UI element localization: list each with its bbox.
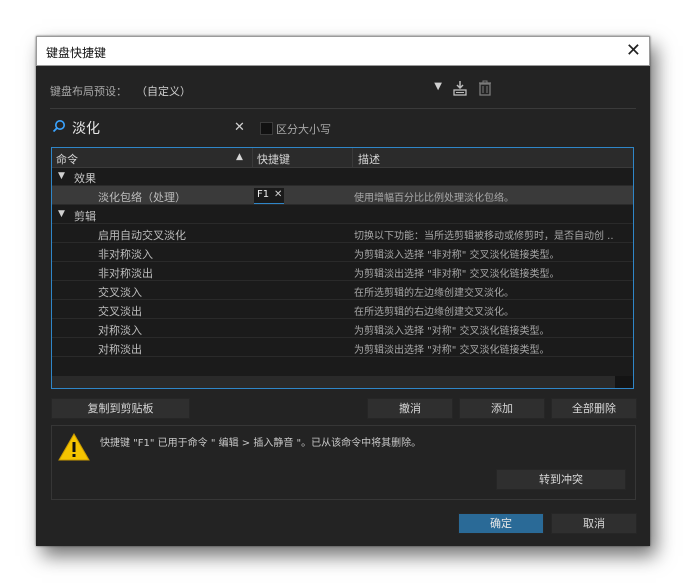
- column-divider[interactable]: [252, 148, 253, 167]
- table-row[interactable]: 交叉淡出 在所选剪辑的右边缘创建交叉淡化。: [52, 300, 633, 319]
- description-cell: 为剪辑淡出选择 "对称" 交叉淡化链接类型。: [354, 345, 550, 356]
- column-header-command[interactable]: 命令: [56, 151, 78, 167]
- commands-table: 命令 ▲ 快捷键 描述 ▼ 效果 淡化包络（处理） F1 ✕ 使用增幅百分比比例…: [51, 147, 634, 389]
- table-row[interactable]: 淡化包络（处理） F1 ✕ 使用增幅百分比比例处理淡化包络。: [52, 186, 633, 205]
- preset-value: （自定义）: [136, 85, 191, 98]
- description-cell: 在所选剪辑的右边缘创建交叉淡化。: [354, 307, 514, 318]
- table-row[interactable]: 对称淡出 为剪辑淡出选择 "对称" 交叉淡化链接类型。: [52, 338, 633, 357]
- table-row[interactable]: 交叉淡入 在所选剪辑的左边缘创建交叉淡化。: [52, 281, 633, 300]
- collapse-arrow-icon[interactable]: ▼: [58, 209, 65, 219]
- trash-icon[interactable]: [478, 80, 492, 100]
- delete-all-button[interactable]: 全部删除: [551, 398, 637, 419]
- column-header-description[interactable]: 描述: [358, 151, 380, 167]
- column-header-shortcut[interactable]: 快捷键: [257, 151, 290, 167]
- preset-label: 键盘布局预设：: [50, 85, 127, 98]
- case-sensitive-label: 区分大小写: [276, 123, 331, 136]
- case-sensitive-checkbox[interactable]: [260, 122, 273, 135]
- cancel-button[interactable]: 取消: [551, 513, 637, 534]
- command-cell: 非对称淡入: [98, 248, 153, 261]
- goto-conflict-button[interactable]: 转到冲突: [496, 469, 626, 490]
- description-cell: 为剪辑淡入选择 "对称" 交叉淡化链接类型。: [354, 326, 550, 337]
- ok-button[interactable]: 确定: [458, 513, 544, 534]
- divider: [50, 108, 636, 109]
- clear-search-icon[interactable]: ✕: [234, 120, 245, 135]
- command-cell: 交叉淡入: [98, 286, 142, 299]
- search-icon: [52, 119, 66, 137]
- description-cell: 使用增幅百分比比例处理淡化包络。: [354, 193, 514, 204]
- sort-ascending-icon: ▲: [236, 152, 243, 162]
- conflict-warning-panel: 快捷键 "F1" 已用于命令 " 编辑 > 插入静音 "。已从该命令中将其删除。…: [51, 425, 636, 500]
- shortcut-chip[interactable]: F1 ✕: [254, 188, 284, 204]
- description-cell: 切换以下功能：当所选剪辑被移动或修剪时，是否自动创 ..: [354, 231, 614, 242]
- shortcut-key: F1: [257, 189, 270, 200]
- table-row[interactable]: 启用自动交叉淡化 切换以下功能：当所选剪辑被移动或修剪时，是否自动创 ..: [52, 224, 633, 243]
- undo-button[interactable]: 撤消: [367, 398, 453, 419]
- title-bar: 键盘快捷键 ✕: [36, 36, 650, 66]
- command-cell: 对称淡出: [98, 343, 142, 356]
- description-cell: 为剪辑淡入选择 "非对称" 交叉淡化链接类型。: [354, 250, 560, 261]
- window-title: 键盘快捷键: [46, 46, 107, 60]
- group-label: 效果: [74, 172, 96, 185]
- keyboard-shortcuts-dialog: 键盘快捷键 ✕ 键盘布局预设： （自定义） ▼ ✕: [36, 36, 650, 546]
- group-label: 剪辑: [74, 210, 96, 223]
- command-cell: 对称淡入: [98, 324, 142, 337]
- warning-message: 快捷键 "F1" 已用于命令 " 编辑 > 插入静音 "。已从该命令中将其删除。: [100, 438, 422, 449]
- group-row-effects[interactable]: ▼ 效果: [52, 167, 633, 186]
- search-box: ✕: [50, 118, 245, 138]
- command-cell: 启用自动交叉淡化: [98, 229, 186, 242]
- table-row[interactable]: 非对称淡入 为剪辑淡入选择 "非对称" 交叉淡化链接类型。: [52, 243, 633, 262]
- command-cell: 非对称淡出: [98, 267, 153, 280]
- preset-dropdown[interactable]: （自定义） ▼: [130, 80, 442, 98]
- group-row-clips[interactable]: ▼ 剪辑: [52, 205, 633, 224]
- table-row[interactable]: 对称淡入 为剪辑淡入选择 "对称" 交叉淡化链接类型。: [52, 319, 633, 338]
- remove-shortcut-icon[interactable]: ✕: [274, 189, 282, 200]
- command-cell: 交叉淡出: [98, 305, 142, 318]
- close-icon[interactable]: ✕: [626, 40, 641, 61]
- copy-to-clipboard-button[interactable]: 复制到剪贴板: [51, 398, 190, 419]
- chevron-down-icon: ▼: [434, 81, 442, 92]
- description-cell: 在所选剪辑的左边缘创建交叉淡化。: [354, 288, 514, 299]
- description-cell: 为剪辑淡出选择 "非对称" 交叉淡化链接类型。: [354, 269, 560, 280]
- add-button[interactable]: 添加: [459, 398, 545, 419]
- save-preset-icon[interactable]: [452, 80, 468, 100]
- command-cell: 淡化包络（处理）: [98, 191, 186, 204]
- scrollbar-thumb[interactable]: [615, 376, 633, 388]
- table-header: 命令 ▲ 快捷键 描述: [52, 148, 633, 168]
- table-row[interactable]: 非对称淡出 为剪辑淡出选择 "非对称" 交叉淡化链接类型。: [52, 262, 633, 281]
- horizontal-scrollbar[interactable]: [52, 376, 633, 388]
- search-input[interactable]: [72, 118, 237, 138]
- collapse-arrow-icon[interactable]: ▼: [58, 171, 65, 181]
- column-divider[interactable]: [352, 148, 353, 167]
- warning-icon: [58, 432, 90, 464]
